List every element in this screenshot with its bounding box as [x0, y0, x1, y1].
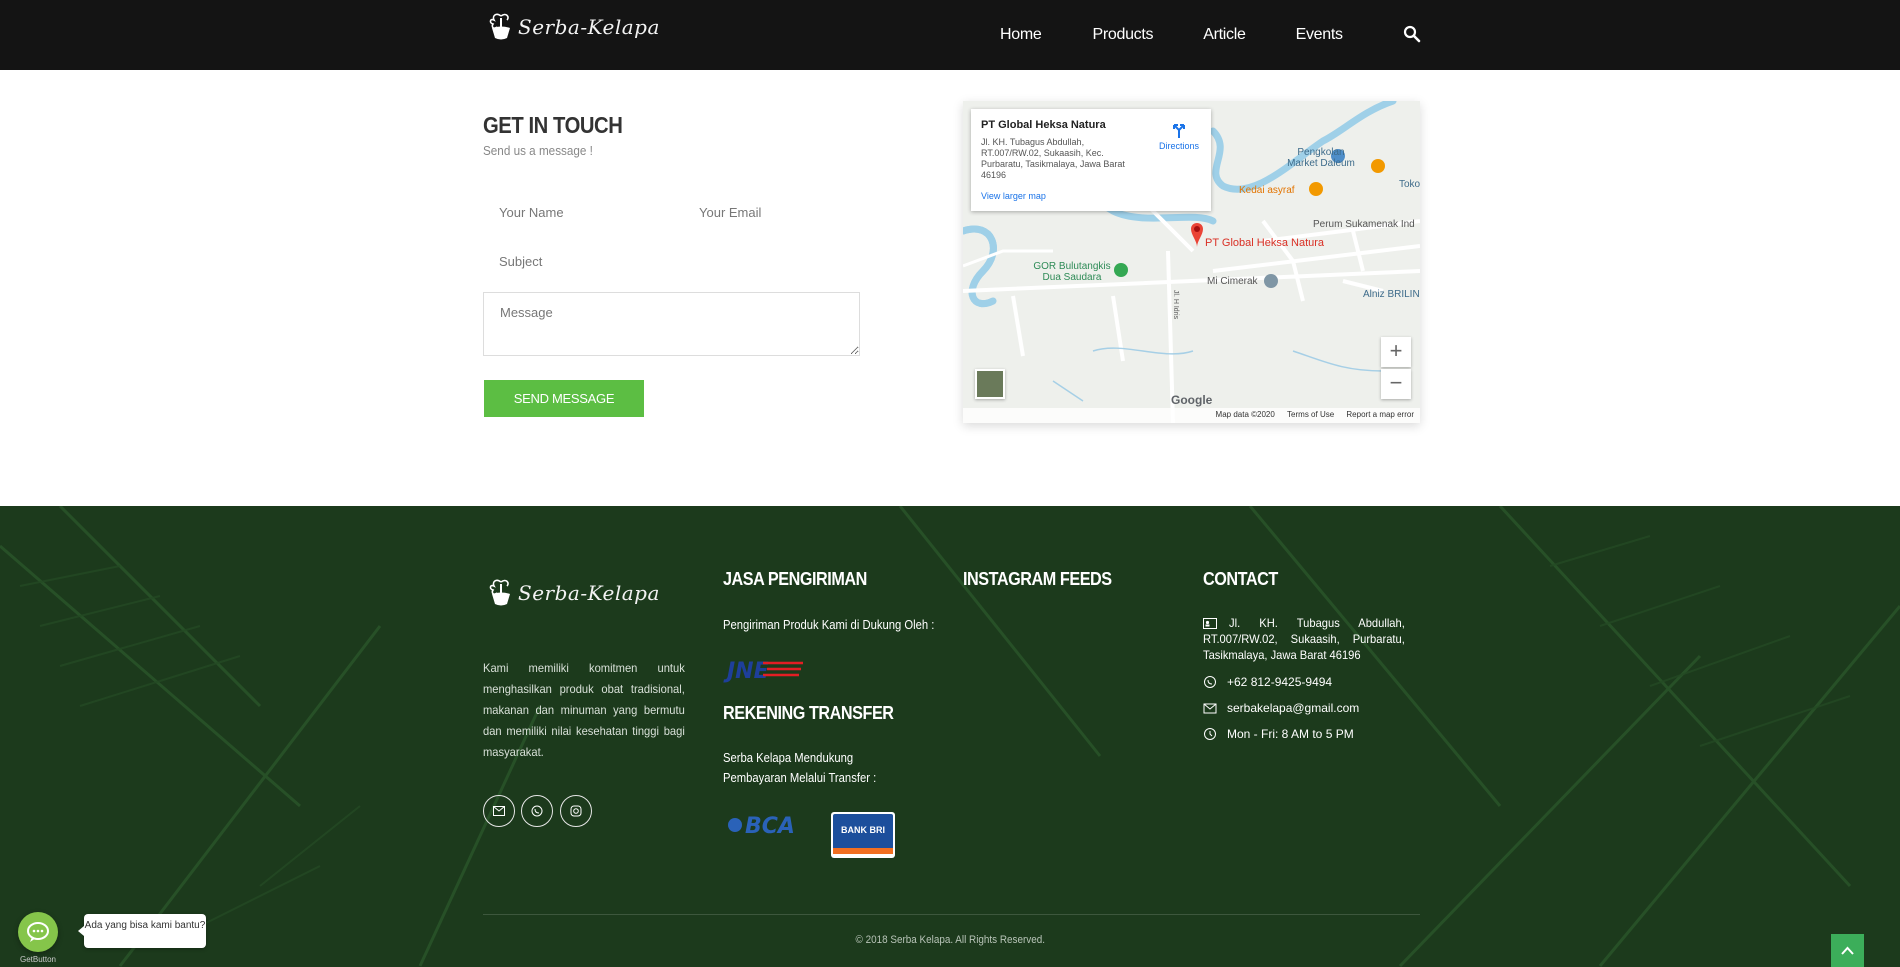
email-input[interactable]	[684, 198, 874, 226]
map-place-address: Jl. KH. Tubagus Abdullah, RT.007/RW.02, …	[981, 137, 1125, 180]
bca-logo: BCA	[725, 811, 805, 844]
contact-title-footer: CONTACT	[1203, 569, 1278, 589]
bri-logo: BANK BRI	[831, 812, 895, 858]
instagram-social-button[interactable]	[560, 795, 592, 827]
map-poi-kedai[interactable]: Kedai asyraf	[1239, 185, 1295, 196]
search-icon[interactable]	[1403, 25, 1421, 43]
subject-input[interactable]	[484, 247, 864, 275]
shipping-title: JASA PENGIRIMAN	[723, 569, 867, 589]
map-poi-toko[interactable]: Toko	[1399, 179, 1420, 190]
instagram-title: INSTAGRAM FEEDS	[963, 569, 1112, 589]
chat-widget-button[interactable]	[18, 912, 58, 952]
copyright-label: © 2018 Serba Kelapa. All Rights Reserved…	[855, 934, 1045, 946]
main-nav: Home Products Article Events	[1000, 0, 1393, 70]
nav-events[interactable]: Events	[1296, 26, 1343, 44]
contact-subtitle: Send us a message !	[483, 143, 593, 158]
bri-logo-text: BANK BRI	[841, 825, 885, 835]
jne-logo: JNE	[723, 657, 805, 688]
contact-title: GET IN TOUCH	[483, 112, 623, 138]
back-to-top-button[interactable]	[1831, 934, 1864, 967]
getbutton-label[interactable]: GetButton	[12, 955, 64, 964]
nav-article[interactable]: Article	[1203, 26, 1246, 44]
zoom-out-button[interactable]: −	[1381, 369, 1411, 399]
copyright-text: © 2018 Serba Kelapa. All Rights Reserved…	[0, 934, 1900, 946]
map-poi-alniz[interactable]: Alniz BRILIN	[1363, 289, 1420, 300]
map-pin-label[interactable]: PT Global Heksa Natura	[1205, 237, 1324, 249]
footer-logo[interactable]: Serba-Kelapa	[488, 578, 660, 608]
contact-address: Jl. KH. Tubagus Abdullah, RT.007/RW.02, …	[1203, 616, 1405, 662]
terms-of-use-link[interactable]: Terms of Use	[1287, 410, 1334, 419]
site-logo[interactable]: Serba-Kelapa	[488, 12, 660, 42]
clock-icon	[1204, 728, 1216, 740]
shipping-text: Pengiriman Produk Kami di Dukung Oleh :	[723, 618, 935, 632]
directions-icon	[1170, 121, 1188, 139]
whatsapp-icon	[531, 805, 543, 817]
directions-button[interactable]: Directions	[1159, 121, 1199, 151]
site-footer: Serba-Kelapa Kami memiliki komitmen untu…	[0, 506, 1900, 967]
instagram-icon	[570, 805, 582, 817]
chat-greeting-bubble[interactable]: Ada yang bisa kami bantu?	[78, 914, 206, 948]
map-data-text: Map data ©2020	[1215, 410, 1275, 419]
send-message-button[interactable]: SEND MESSAGE	[484, 380, 644, 417]
transfer-text: Serba Kelapa Mendukung Pembayaran Melalu…	[723, 751, 877, 785]
map-poi-mi-cimerak[interactable]: Mi Cimerak	[1207, 276, 1258, 287]
map-attribution: Map data ©2020 Terms of Use Report a map…	[963, 408, 1420, 423]
whatsapp-icon	[1204, 676, 1216, 688]
whatsapp-social-button[interactable]	[521, 795, 553, 827]
jne-logo-text: JNE	[723, 659, 769, 683]
nav-home[interactable]: Home	[1000, 26, 1042, 44]
map-poi-perum[interactable]: Perum Sukamenak Ind	[1313, 219, 1415, 230]
contact-phone-row: +62 812-9425-9494	[1203, 675, 1332, 689]
envelope-icon	[1203, 703, 1217, 714]
google-logo: Google	[1171, 393, 1213, 407]
palm-leaves-background	[0, 506, 1900, 967]
site-header: Serba-Kelapa Home Products Article Event…	[0, 0, 1900, 70]
nav-products[interactable]: Products	[1092, 26, 1153, 44]
contact-hours: Mon - Fri: 8 AM to 5 PM	[1227, 727, 1354, 741]
map-poi-pengkolan[interactable]: Pengkolan Market Daleum	[1286, 147, 1356, 169]
google-map[interactable]: PT Global Heksa Natura Jl. KH. Tubagus A…	[963, 101, 1420, 423]
envelope-icon	[493, 806, 505, 816]
logo-text: Serba-Kelapa	[518, 15, 660, 39]
message-textarea[interactable]	[483, 292, 860, 356]
chat-bubble-icon	[27, 922, 49, 942]
footer-logo-text: Serba-Kelapa	[518, 581, 660, 605]
zoom-in-button[interactable]: +	[1381, 337, 1411, 367]
report-map-error-link[interactable]: Report a map error	[1346, 410, 1414, 419]
transfer-title: REKENING TRANSFER	[723, 703, 894, 723]
name-input[interactable]	[484, 198, 674, 226]
directions-label: Directions	[1158, 141, 1199, 151]
map-poi-gor[interactable]: GOR Bulutangkis Dua Saudara	[1027, 261, 1117, 283]
chevron-up-icon	[1841, 946, 1854, 955]
footer-divider	[483, 914, 1420, 915]
contact-hours-row: Mon - Fri: 8 AM to 5 PM	[1203, 727, 1354, 741]
footer-about-text: Kami memiliki komitmen untuk menghasilka…	[483, 661, 685, 759]
view-larger-map-link[interactable]: View larger map	[981, 191, 1201, 201]
map-road-label: Jl. H Idris	[1172, 289, 1180, 320]
contact-email-row: serbakelapa@gmail.com	[1203, 701, 1359, 715]
map-info-card: PT Global Heksa Natura Jl. KH. Tubagus A…	[971, 109, 1211, 211]
contact-phone: +62 812-9425-9494	[1227, 675, 1333, 689]
email-social-button[interactable]	[483, 795, 515, 827]
contact-email[interactable]: serbakelapa@gmail.com	[1227, 701, 1359, 715]
satellite-toggle-thumbnail[interactable]	[975, 369, 1005, 399]
coconut-logo-icon	[488, 578, 514, 608]
coconut-logo-icon	[488, 12, 514, 42]
bca-logo-text: BCA	[745, 814, 795, 839]
